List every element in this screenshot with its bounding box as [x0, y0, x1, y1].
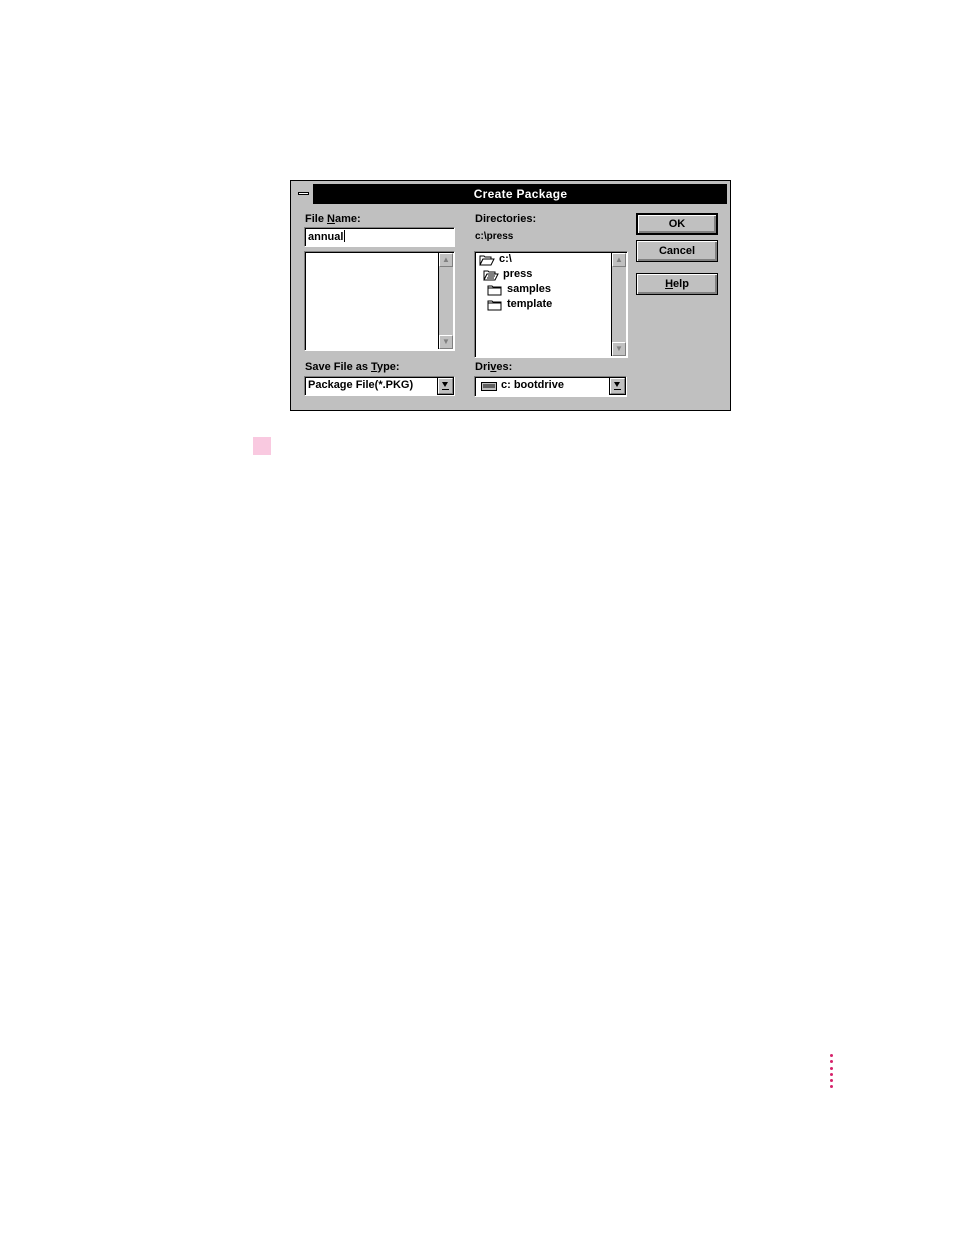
open-folder-icon	[483, 270, 499, 281]
drives-value: c: bootdrive	[501, 379, 564, 391]
directory-list-scrollbar[interactable]: ▲ ▼	[611, 253, 626, 356]
scroll-up-arrow-icon[interactable]: ▲	[439, 253, 453, 267]
help-button[interactable]: Help	[636, 273, 718, 295]
save-type-value: Package File(*.PKG)	[308, 379, 414, 391]
open-folder-icon	[479, 255, 495, 266]
scroll-down-arrow-icon[interactable]: ▼	[439, 335, 453, 349]
save-type-label: Save File as Type:	[305, 361, 400, 373]
file-name-value: annual	[308, 230, 346, 243]
ok-button[interactable]: OK	[636, 213, 718, 235]
directory-list[interactable]: c:\ press samples template ▲ ▼	[474, 251, 628, 358]
save-type-dropdown[interactable]: Package File(*.PKG)	[304, 376, 455, 396]
dropdown-arrow-icon[interactable]	[437, 377, 454, 395]
system-menu-icon[interactable]	[294, 184, 314, 204]
current-directory-path: c:\press	[475, 231, 514, 242]
file-list[interactable]: ▲ ▼	[304, 251, 455, 351]
drive-icon	[481, 382, 497, 391]
directories-label: Directories:	[475, 213, 537, 225]
cancel-button[interactable]: Cancel	[636, 240, 718, 262]
dialog-title: Create Package	[473, 187, 568, 201]
file-name-label: File Name:	[305, 213, 361, 225]
drives-label: Drives:	[475, 361, 513, 373]
scroll-up-arrow-icon[interactable]: ▲	[612, 253, 626, 267]
step-marker	[253, 437, 271, 455]
folder-icon	[487, 285, 502, 296]
title-bar[interactable]: Create Package	[294, 184, 727, 204]
dropdown-arrow-icon[interactable]	[609, 377, 626, 395]
file-list-scrollbar[interactable]: ▲ ▼	[438, 253, 453, 349]
drives-dropdown[interactable]: c: bootdrive	[474, 376, 627, 397]
file-name-input[interactable]: annual	[304, 227, 455, 247]
scroll-down-arrow-icon[interactable]: ▼	[612, 342, 626, 356]
create-package-dialog: Create Package File Name: annual ▲ ▼ Sav…	[290, 180, 731, 411]
folder-icon	[487, 300, 502, 311]
page-dots-decoration	[830, 1054, 834, 1092]
